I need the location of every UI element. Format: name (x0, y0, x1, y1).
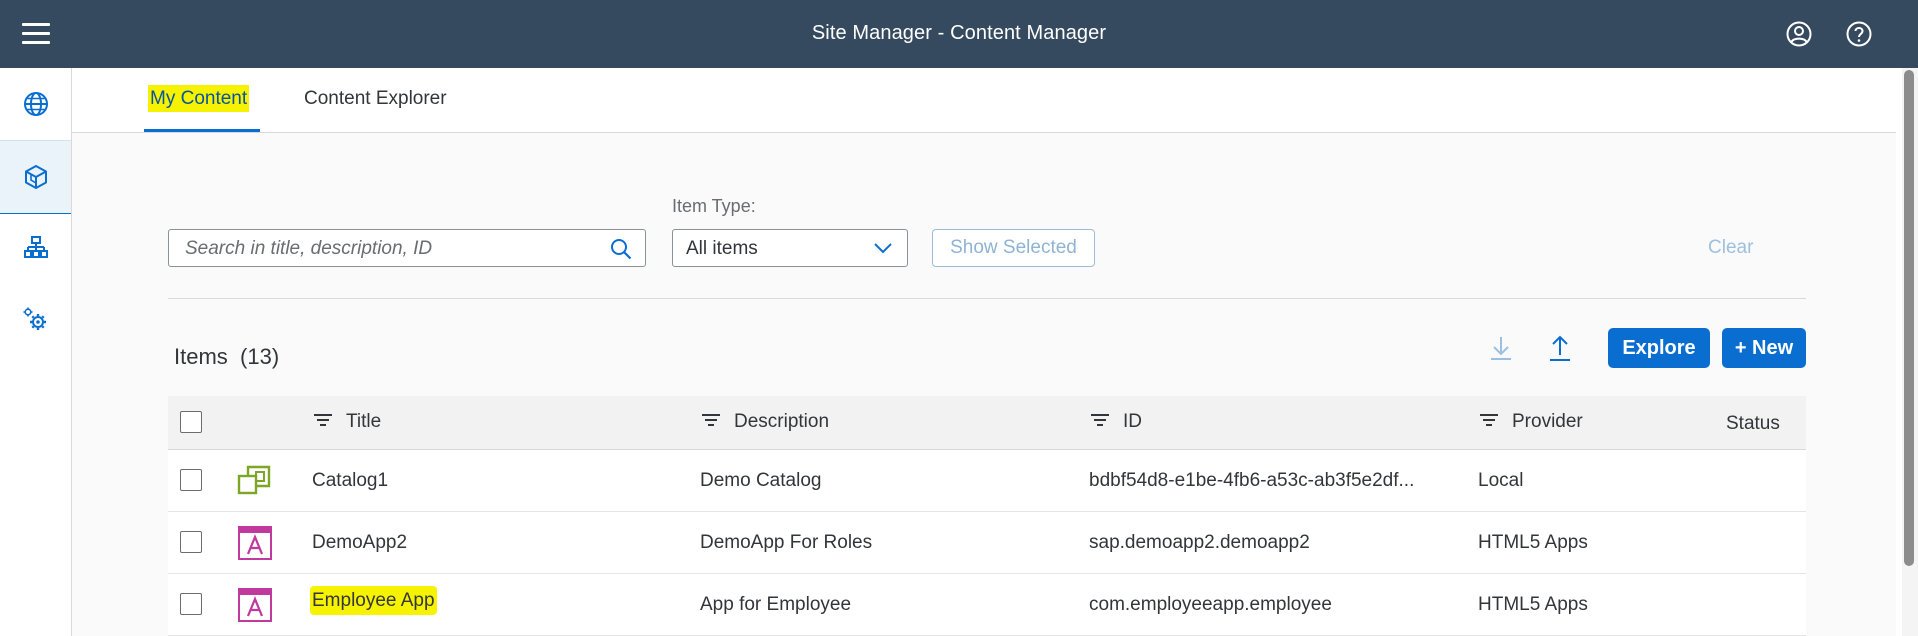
row-title[interactable]: DemoApp2 (312, 532, 407, 554)
row-provider: HTML5 Apps (1478, 532, 1588, 553)
row-id: sap.demoapp2.demoapp2 (1089, 532, 1310, 553)
scrollbar-thumb[interactable] (1904, 70, 1914, 566)
filter-divider (168, 298, 1806, 299)
tab-label: My Content (148, 85, 250, 112)
tab-my-content[interactable]: My Content (148, 85, 250, 112)
row-provider: Local (1478, 470, 1524, 491)
row-title-text: Employee App (310, 586, 437, 615)
nav-item-globe[interactable] (0, 68, 71, 140)
side-navigation (0, 68, 72, 636)
row-id: com.employeeapp.employee (1089, 594, 1332, 615)
nav-item-hierarchy[interactable] (0, 212, 71, 284)
filter-icon[interactable] (312, 410, 334, 432)
row-title[interactable]: Catalog1 (312, 470, 388, 492)
column-status: Status (1726, 413, 1780, 434)
app-icon (238, 526, 272, 560)
column-description[interactable]: Description (734, 411, 829, 433)
row-checkbox[interactable] (180, 593, 202, 615)
catalog-icon (237, 465, 271, 495)
upload-icon[interactable] (1544, 332, 1576, 364)
item-type-select[interactable]: All items (672, 229, 908, 267)
row-description: DemoApp For Roles (700, 532, 873, 553)
cube-icon (24, 165, 47, 189)
select-all-checkbox[interactable] (180, 411, 202, 433)
table-row[interactable]: DemoApp2 DemoApp For Roles sap.demoapp2.… (168, 512, 1806, 574)
user-icon[interactable] (1785, 20, 1813, 48)
new-button[interactable]: + New (1722, 328, 1806, 368)
filter-icon[interactable] (700, 410, 722, 432)
chevron-down-icon (874, 243, 892, 254)
items-table: Title Description ID Provider Status Cat… (168, 396, 1806, 636)
row-id: bdbf54d8-e1be-4fb6-a53c-ab3f5e2df... (1089, 470, 1415, 491)
nav-item-content[interactable] (0, 140, 71, 214)
settings-gears-icon (23, 307, 46, 330)
item-type-value: All items (686, 238, 758, 259)
app-icon (238, 588, 272, 622)
table-row[interactable]: Catalog1 Demo Catalog bdbf54d8-e1be-4fb6… (168, 450, 1806, 512)
tab-content-explorer[interactable]: Content Explorer (304, 88, 447, 110)
column-provider[interactable]: Provider (1512, 411, 1583, 433)
nav-item-settings[interactable] (0, 284, 71, 356)
table-row[interactable]: Employee App App for Employee com.employ… (168, 574, 1806, 636)
search-field (168, 229, 646, 268)
column-id[interactable]: ID (1123, 411, 1142, 433)
tab-label: Content Explorer (304, 88, 447, 109)
search-input[interactable] (169, 230, 607, 268)
item-type-label: Item Type: (672, 196, 756, 216)
column-title[interactable]: Title (346, 411, 381, 433)
items-title: Items (13) (174, 344, 279, 370)
shell-header: Site Manager - Content Manager (0, 0, 1918, 68)
page-title: Site Manager - Content Manager (811, 22, 1107, 44)
download-icon[interactable] (1485, 332, 1517, 364)
clear-button[interactable]: Clear (1708, 237, 1753, 259)
hierarchy-icon (23, 236, 48, 258)
items-count: (13) (240, 344, 280, 369)
filter-icon[interactable] (1478, 410, 1500, 432)
row-checkbox[interactable] (180, 531, 202, 553)
row-description: Demo Catalog (700, 470, 822, 491)
tab-selected-indicator (144, 129, 260, 132)
globe-icon (23, 92, 48, 116)
items-title-label: Items (174, 344, 228, 369)
tab-bar: My Content Content Explorer (72, 68, 1896, 133)
table-header: Title Description ID Provider Status (168, 396, 1806, 450)
help-icon[interactable] (1845, 20, 1873, 48)
explore-button[interactable]: Explore (1608, 328, 1710, 368)
row-checkbox[interactable] (180, 469, 202, 491)
search-icon[interactable] (609, 237, 633, 261)
filter-icon[interactable] (1089, 410, 1111, 432)
row-description: App for Employee (700, 594, 852, 615)
row-provider: HTML5 Apps (1478, 594, 1588, 615)
row-title[interactable]: Employee App (310, 586, 437, 615)
show-selected-button[interactable]: Show Selected (932, 229, 1095, 267)
